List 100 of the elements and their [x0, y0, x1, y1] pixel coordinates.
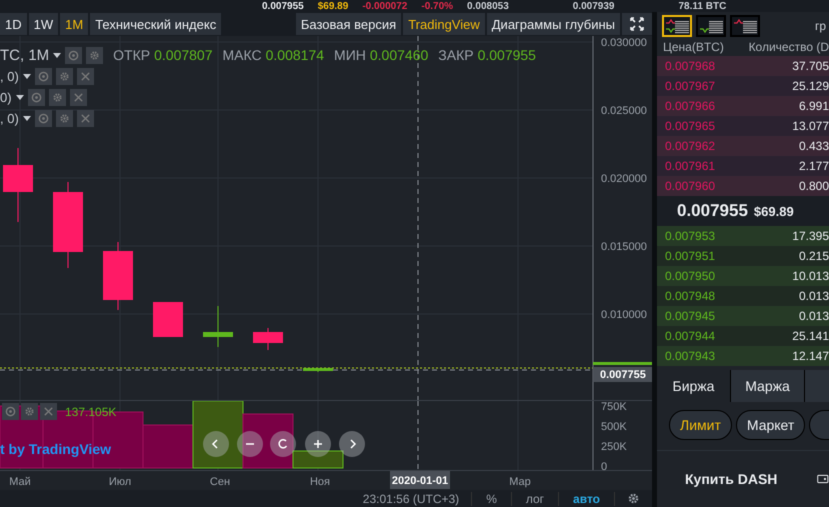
symbol-title[interactable]: TC, 1M [0, 46, 50, 64]
interval-button[interactable]: 1D [0, 13, 27, 35]
clock-text: 23:01:56 (UTC+3) [350, 492, 472, 506]
ohlc-value: 0.007807 [154, 47, 213, 63]
close-icon[interactable] [76, 110, 94, 126]
chart-view-tab[interactable]: Базовая версия [296, 13, 402, 35]
eye-icon[interactable] [34, 68, 52, 84]
ask-price: 0.007968 [665, 59, 716, 73]
bid-row[interactable]: 0.007950 10.013 [657, 266, 829, 286]
indicator-title[interactable]: , 0) [0, 68, 19, 84]
close-icon[interactable] [76, 68, 94, 84]
caret-icon[interactable] [22, 116, 31, 120]
ask-row[interactable]: 0.007960 0.800 [657, 176, 829, 196]
volume-axis-label: 250K [601, 441, 627, 453]
ask-row[interactable]: 0.007965 13.077 [657, 116, 829, 136]
ticker-value: -0.70% [421, 2, 454, 12]
crosshair-date-label: 2020-01-01 [390, 471, 450, 489]
price-axis-label: 0.030000 [601, 37, 647, 49]
ask-price: 0.007960 [665, 179, 716, 193]
bid-row[interactable]: 0.007953 17.395 [657, 226, 829, 246]
ticker-value: -0.000072 [362, 2, 408, 12]
chart-nav-button[interactable] [339, 431, 365, 457]
chart-view-tab[interactable]: Диаграммы глубины [486, 13, 620, 35]
bid-row[interactable]: 0.007945 0.013 [657, 306, 829, 326]
bid-price: 0.007948 [665, 289, 716, 303]
book-view-button[interactable] [730, 15, 760, 37]
ask-amount: 25.129 [792, 79, 829, 93]
chart-nav-button[interactable] [270, 431, 296, 457]
scale-option[interactable]: авто [559, 492, 615, 506]
ohlc-label: ЗАКР [438, 47, 474, 63]
bid-price: 0.007951 [665, 249, 716, 263]
bid-amount: 0.215 [798, 249, 829, 263]
form-title: Купить DASH [685, 471, 778, 487]
bid-price: 0.007953 [665, 229, 716, 243]
eye-icon[interactable] [2, 403, 19, 420]
bid-amount: 17.395 [792, 229, 829, 243]
ask-price: 0.007967 [665, 79, 716, 93]
scale-option[interactable]: % [472, 492, 512, 506]
ask-row[interactable]: 0.007962 0.433 [657, 136, 829, 156]
indicator-title[interactable]: 0) [0, 90, 12, 104]
plus-icon [311, 437, 325, 451]
ask-amount: 2.177 [798, 159, 829, 173]
order-type-button[interactable]: Лимит [669, 410, 732, 440]
ask-price: 0.007965 [665, 119, 716, 133]
close-icon[interactable] [70, 88, 87, 106]
group-label: гр [814, 19, 827, 33]
chart-view-tab[interactable]: TradingView [403, 13, 485, 35]
ask-row[interactable]: 0.007966 6.991 [657, 96, 829, 116]
column-header: Количество (D [748, 40, 829, 56]
bid-row[interactable]: 0.007951 0.215 [657, 246, 829, 266]
last-price-label: 0.007755 [600, 369, 646, 381]
ask-price: 0.007961 [665, 159, 716, 173]
indicators-button[interactable]: Технический индекс [90, 13, 222, 35]
interval-button[interactable]: 1W [28, 13, 58, 35]
attribution-link[interactable]: t by TradingView [0, 441, 111, 457]
ohlc-label: МАКС [222, 47, 262, 63]
close-icon[interactable] [40, 403, 57, 420]
indicator-title[interactable]: , 0) [0, 110, 19, 126]
trade-tab[interactable]: Биржа [657, 370, 731, 402]
ask-row[interactable]: 0.007961 2.177 [657, 156, 829, 176]
trade-tab[interactable]: Маржа [731, 370, 805, 402]
chart-nav-button[interactable] [305, 431, 331, 457]
candle [303, 368, 333, 372]
settings-icon[interactable] [56, 110, 73, 126]
bid-row[interactable]: 0.007944 25.141 [657, 326, 829, 346]
time-axis-label: Май [9, 476, 31, 488]
ask-row[interactable]: 0.007968 37.705 [657, 56, 829, 76]
bid-row[interactable]: 0.007948 0.013 [657, 286, 829, 306]
caret-icon[interactable] [22, 74, 31, 78]
time-axis-label: Сен [210, 476, 230, 488]
ask-amount: 37.705 [792, 59, 829, 73]
eye-icon[interactable] [28, 88, 45, 106]
scale-option[interactable]: лог [512, 492, 560, 506]
bid-amount: 0.013 [798, 289, 829, 303]
ohlc-value: 0.008174 [266, 47, 324, 63]
bid-amount: 0.013 [798, 309, 829, 323]
candle [253, 328, 283, 350]
time-axis-label: Ноя [310, 476, 330, 488]
bid-price: 0.007943 [665, 349, 716, 363]
wallet-icon[interactable] [817, 473, 829, 485]
fullscreen-icon [630, 17, 644, 31]
ask-row[interactable]: 0.007967 25.129 [657, 76, 829, 96]
bid-amount: 25.141 [792, 329, 829, 343]
eye-icon[interactable] [34, 110, 52, 126]
bid-price: 0.007944 [665, 329, 716, 343]
interval-button[interactable]: 1M [60, 13, 88, 35]
caret-icon[interactable] [16, 94, 24, 100]
settings-icon[interactable] [56, 68, 73, 84]
ticker-value: 0.008053 [467, 2, 509, 12]
fullscreen-button[interactable] [622, 13, 652, 35]
volume-axis-label: 500K [601, 421, 627, 433]
order-type-button[interactable]: Маркет [736, 410, 806, 440]
settings-icon[interactable] [48, 88, 66, 106]
caret-icon[interactable] [53, 52, 62, 58]
settings-icon[interactable] [86, 46, 104, 64]
book-view-button[interactable] [696, 15, 726, 37]
bid-row[interactable]: 0.007943 12.147 [657, 346, 829, 366]
column-header: Цена(BTC) [663, 40, 724, 56]
eye-icon[interactable] [65, 46, 82, 64]
bid-price: 0.007950 [665, 269, 716, 283]
